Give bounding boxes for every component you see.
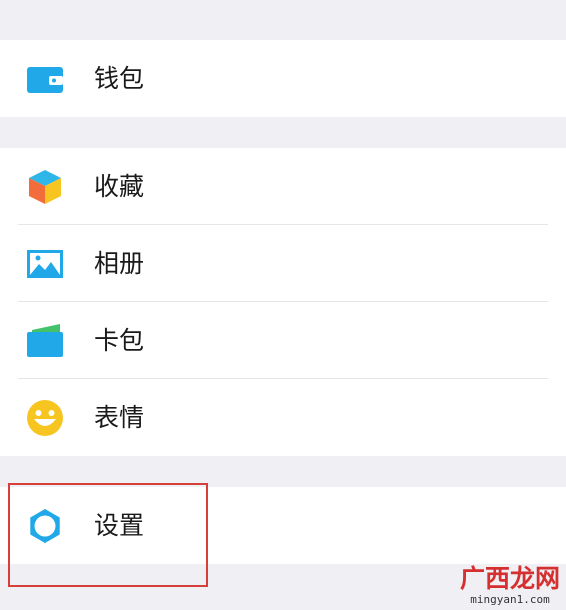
menu-item-album[interactable]: 相册 xyxy=(0,225,566,302)
watermark: 广西龙网 mingyan1.com xyxy=(460,566,560,606)
menu-item-stickers[interactable]: 表情 xyxy=(0,379,566,456)
menu-item-wallet[interactable]: 钱包 xyxy=(0,40,566,117)
wallet-icon xyxy=(27,66,63,93)
highlight-frame xyxy=(8,483,208,587)
menu-item-label: 收藏 xyxy=(94,172,145,201)
watermark-brand: 广西龙网 xyxy=(459,564,560,593)
menu-item-label: 卡包 xyxy=(94,326,145,355)
main-group: 收藏 相册 卡包 表情 xyxy=(0,148,566,456)
smiley-face-icon xyxy=(27,399,63,436)
menu-item-card-wallet[interactable]: 卡包 xyxy=(0,302,566,379)
watermark-domain: mingyan1.com xyxy=(470,593,550,606)
menu-item-label: 钱包 xyxy=(94,64,145,93)
favorites-cube-icon xyxy=(29,169,61,204)
album-image-icon xyxy=(27,249,63,278)
wallet-group: 钱包 xyxy=(0,40,566,117)
menu-item-label: 相册 xyxy=(94,249,145,278)
menu-item-favorites[interactable]: 收藏 xyxy=(0,148,566,225)
menu-item-label: 表情 xyxy=(94,403,145,432)
card-wallet-icon xyxy=(27,323,63,357)
